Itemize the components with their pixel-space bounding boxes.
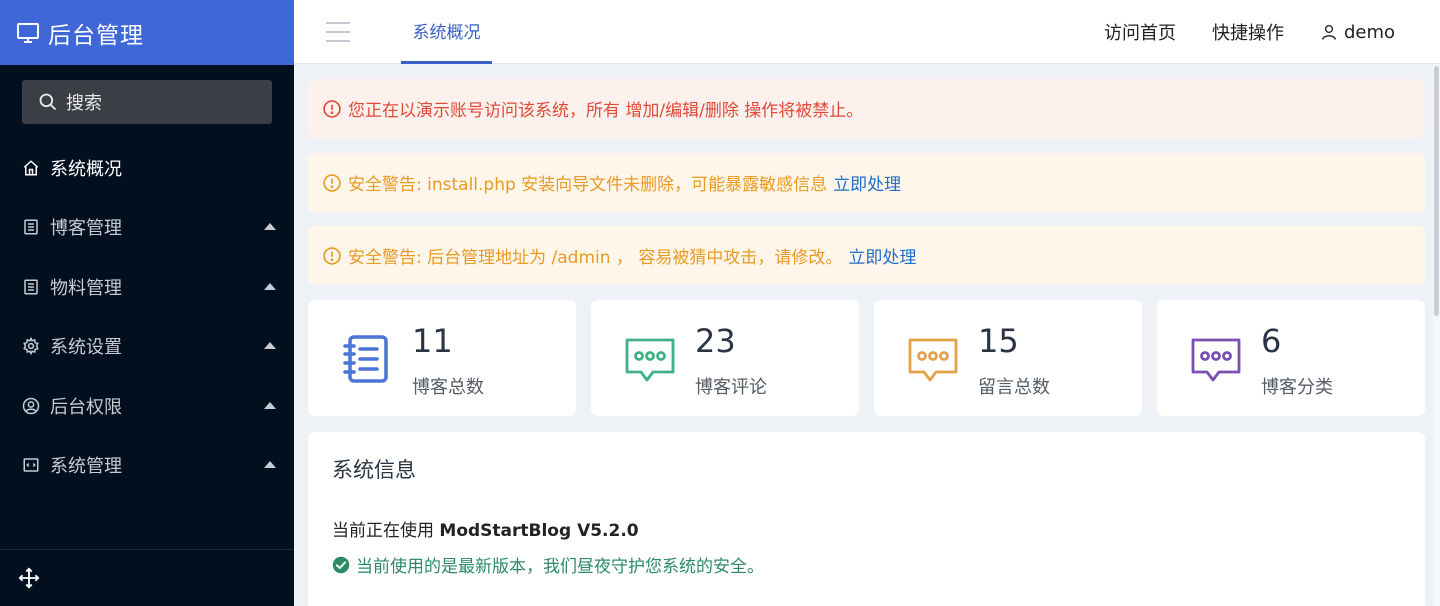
sidebar-item-label: 系统概况 — [50, 158, 122, 180]
search-icon — [38, 92, 66, 112]
user-circle-icon — [22, 397, 40, 415]
version-status: 当前使用的是最新版本，我们昼夜守护您系统的安全。 — [332, 552, 764, 577]
admin-path-alert: 安全警告: 后台管理地址为 /admin ， 容易被猜中攻击，请修改。 立即处理 — [308, 226, 1425, 285]
version-name: ModStartBlog V5.2.0 — [439, 521, 639, 541]
stat-label: 博客评论 — [695, 377, 767, 398]
code-window-icon — [22, 456, 40, 474]
list-icon — [22, 278, 40, 296]
sidebar-item-system[interactable]: 系统管理 — [0, 436, 294, 496]
quick-actions-link[interactable]: 快捷操作 — [1212, 19, 1284, 45]
top-links: 访问首页 快捷操作 demo — [1104, 0, 1395, 64]
alert-icon — [322, 99, 348, 119]
stat-value: 6 — [1261, 322, 1282, 360]
brand-title: 后台管理 — [48, 22, 144, 49]
sidebar: 后台管理 搜索 系统概况 博客管理 物料管理 系统设置 后台权限 系统管理 — [0, 0, 294, 606]
move-arrows-icon[interactable] — [18, 567, 40, 589]
current-version: 当前正在使用 ModStartBlog V5.2.0 — [332, 516, 639, 541]
gear-icon — [22, 337, 40, 356]
comment-icon — [1189, 332, 1243, 386]
stat-label: 博客总数 — [412, 377, 484, 398]
admin-path-alert-text: 安全警告: 后台管理地址为 /admin ， 容易被猜中攻击，请修改。 — [348, 248, 843, 268]
caret-up-icon — [264, 401, 276, 409]
version-status-text: 当前使用的是最新版本，我们昼夜守护您系统的安全。 — [356, 557, 764, 577]
list-icon — [22, 218, 40, 236]
comment-icon — [906, 332, 960, 386]
comment-icon — [623, 332, 677, 386]
tab-overview[interactable]: 系统概况 — [401, 0, 492, 64]
admin-path-fix-link[interactable]: 立即处理 — [848, 243, 916, 268]
warning-icon — [322, 246, 348, 266]
warning-icon — [322, 173, 348, 193]
caret-up-icon — [264, 342, 276, 350]
sidebar-item-label: 博客管理 — [50, 218, 122, 240]
user-icon — [1320, 23, 1338, 41]
stat-value: 11 — [412, 322, 453, 360]
sidebar-item-overview[interactable]: 系统概况 — [0, 138, 294, 198]
monitor-icon — [16, 21, 48, 45]
sidebar-item-label: 物料管理 — [50, 277, 122, 299]
username: demo — [1343, 21, 1395, 43]
search-box[interactable]: 搜索 — [22, 80, 272, 124]
demo-alert-text: 您正在以演示账号访问该系统，所有 增加/编辑/删除 操作将被禁止。 — [348, 101, 864, 121]
home-icon — [22, 159, 40, 177]
menu-toggle-icon[interactable] — [326, 22, 350, 42]
scrollbar[interactable] — [1433, 64, 1440, 606]
stat-card-categories[interactable]: 6 博客分类 — [1157, 300, 1425, 416]
top-bar: 系统概况 访问首页 快捷操作 demo — [294, 0, 1440, 64]
stat-card-messages[interactable]: 15 留言总数 — [874, 300, 1142, 416]
install-alert: 安全警告: install.php 安装向导文件未删除，可能暴露敏感信息 立即处… — [308, 153, 1425, 212]
install-fix-link[interactable]: 立即处理 — [833, 170, 901, 195]
brand[interactable]: 后台管理 — [0, 0, 294, 65]
sidebar-menu: 系统概况 博客管理 物料管理 系统设置 后台权限 系统管理 — [0, 138, 294, 495]
search-label: 搜索 — [66, 93, 102, 114]
sidebar-item-label: 系统管理 — [50, 456, 122, 478]
sidebar-item-materials[interactable]: 物料管理 — [0, 257, 294, 317]
sidebar-item-label: 系统设置 — [50, 337, 122, 359]
visit-home-link[interactable]: 访问首页 — [1104, 19, 1176, 45]
stat-label: 留言总数 — [978, 377, 1050, 398]
panel-title: 系统信息 — [332, 458, 416, 482]
version-prefix: 当前正在使用 — [332, 521, 434, 541]
stat-card-comments[interactable]: 23 博客评论 — [591, 300, 859, 416]
notebook-icon — [340, 332, 394, 386]
user-menu[interactable]: demo — [1320, 22, 1395, 43]
check-circle-icon — [332, 556, 356, 574]
caret-up-icon — [264, 223, 276, 231]
sidebar-item-permissions[interactable]: 后台权限 — [0, 376, 294, 436]
stat-value: 23 — [695, 322, 736, 360]
caret-up-icon — [264, 282, 276, 290]
stat-label: 博客分类 — [1261, 377, 1333, 398]
scrollbar-thumb[interactable] — [1434, 66, 1439, 316]
system-info-panel: 系统信息 当前正在使用 ModStartBlog V5.2.0 当前使用的是最新… — [308, 432, 1425, 606]
sidebar-item-settings[interactable]: 系统设置 — [0, 317, 294, 377]
demo-alert: 您正在以演示账号访问该系统，所有 增加/编辑/删除 操作将被禁止。 — [308, 79, 1425, 138]
caret-up-icon — [264, 461, 276, 469]
stat-value: 15 — [978, 322, 1019, 360]
stat-card-blogs[interactable]: 11 博客总数 — [308, 300, 576, 416]
install-alert-text: 安全警告: install.php 安装向导文件未删除，可能暴露敏感信息 — [348, 175, 828, 195]
sidebar-item-label: 后台权限 — [50, 396, 122, 418]
sidebar-footer — [0, 549, 294, 606]
sidebar-item-blog[interactable]: 博客管理 — [0, 198, 294, 258]
